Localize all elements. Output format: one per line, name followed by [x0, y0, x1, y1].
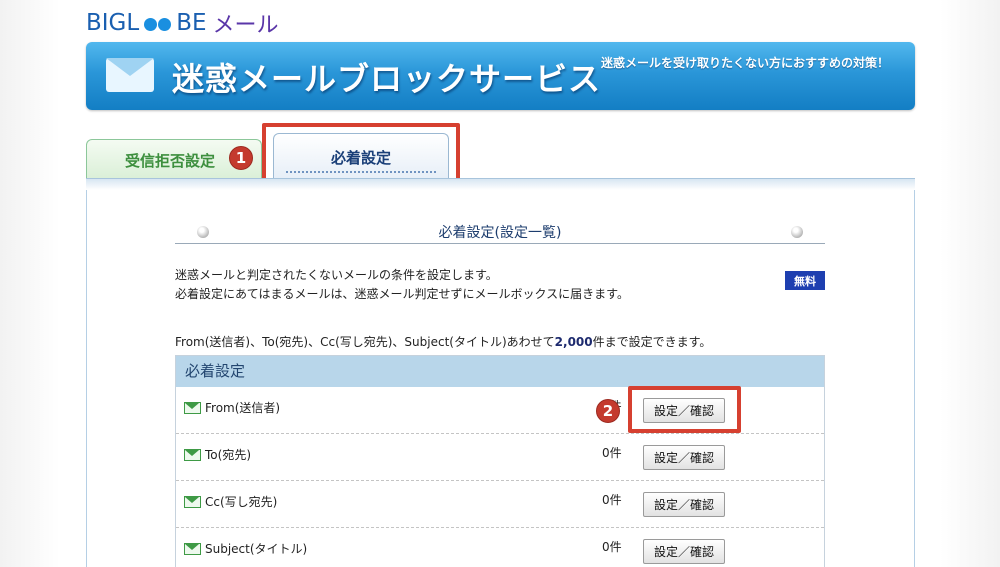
- mail-icon: [184, 402, 201, 414]
- mail-icon: [184, 449, 201, 461]
- row-count: 0件: [602, 540, 622, 554]
- limit-number: 2,000: [554, 335, 593, 349]
- settings-confirm-button-subject[interactable]: 設定／確認: [643, 539, 725, 564]
- limit-note-prefix: From(送信者)、To(宛先)、Cc(写し宛先)、Subject(タイトル)あ…: [175, 335, 555, 349]
- section-title: 必着設定(設定一覧): [438, 225, 562, 241]
- logo-service-name: メール: [212, 13, 279, 38]
- row-label: Cc(写し宛先): [205, 495, 278, 509]
- description-line-2: 必着設定にあてはまるメールは、迷惑メール判定せずにメールボックスに届きます。: [175, 287, 629, 301]
- tab-reject-settings-label: 受信拒否設定: [124, 152, 215, 170]
- banner-title: 迷惑メールブロックサービス: [172, 60, 602, 98]
- list-header: 必着設定: [176, 356, 824, 387]
- row-count: 0件: [602, 446, 622, 460]
- button-highlight-box: [628, 386, 741, 433]
- mail-icon: [184, 496, 201, 508]
- list-row-cc: Cc(写し宛先) 0件 設定／確認: [176, 481, 824, 528]
- description-line-1: 迷惑メールと判定されたくないメールの条件を設定します。: [175, 268, 498, 282]
- mail-icon: [184, 543, 201, 555]
- list-row-subject: Subject(タイトル) 0件 設定／確認: [176, 528, 824, 567]
- step-marker-2: 2: [596, 399, 620, 423]
- logo-brand-left: BIGL: [86, 10, 140, 36]
- biglobe-mail-logo[interactable]: BIGL BE メール: [86, 8, 279, 38]
- banner-tagline: 迷惑メールを受け取りたくない方におすすめの対策！: [600, 56, 889, 70]
- step-marker-1: 1: [229, 146, 253, 170]
- pin-icon: [791, 226, 803, 238]
- section-heading: 必着設定(設定一覧): [175, 216, 825, 244]
- row-label: To(宛先): [205, 448, 251, 462]
- row-count: 0件: [602, 493, 622, 507]
- row-label: Subject(タイトル): [205, 542, 308, 556]
- settings-confirm-button-to[interactable]: 設定／確認: [643, 445, 725, 470]
- service-banner: 迷惑メールブロックサービス 迷惑メールを受け取りたくない方におすすめの対策！: [86, 42, 915, 110]
- list-row-to: To(宛先) 0件 設定／確認: [176, 434, 824, 481]
- envelope-icon: [106, 58, 154, 92]
- panel-top-border: [86, 178, 915, 190]
- limit-note: From(送信者)、To(宛先)、Cc(写し宛先)、Subject(タイトル)あ…: [175, 333, 711, 350]
- logo-circles-icon: [144, 17, 172, 31]
- settings-confirm-button-cc[interactable]: 設定／確認: [643, 492, 725, 517]
- section-description: 迷惑メールと判定されたくないメールの条件を設定します。 必着設定にあてはまるメー…: [175, 266, 629, 304]
- logo-brand-right: BE: [176, 10, 207, 36]
- limit-note-suffix: 件まで設定できます。: [592, 335, 712, 349]
- row-label: From(送信者): [205, 401, 281, 415]
- free-badge: 無料: [785, 271, 825, 290]
